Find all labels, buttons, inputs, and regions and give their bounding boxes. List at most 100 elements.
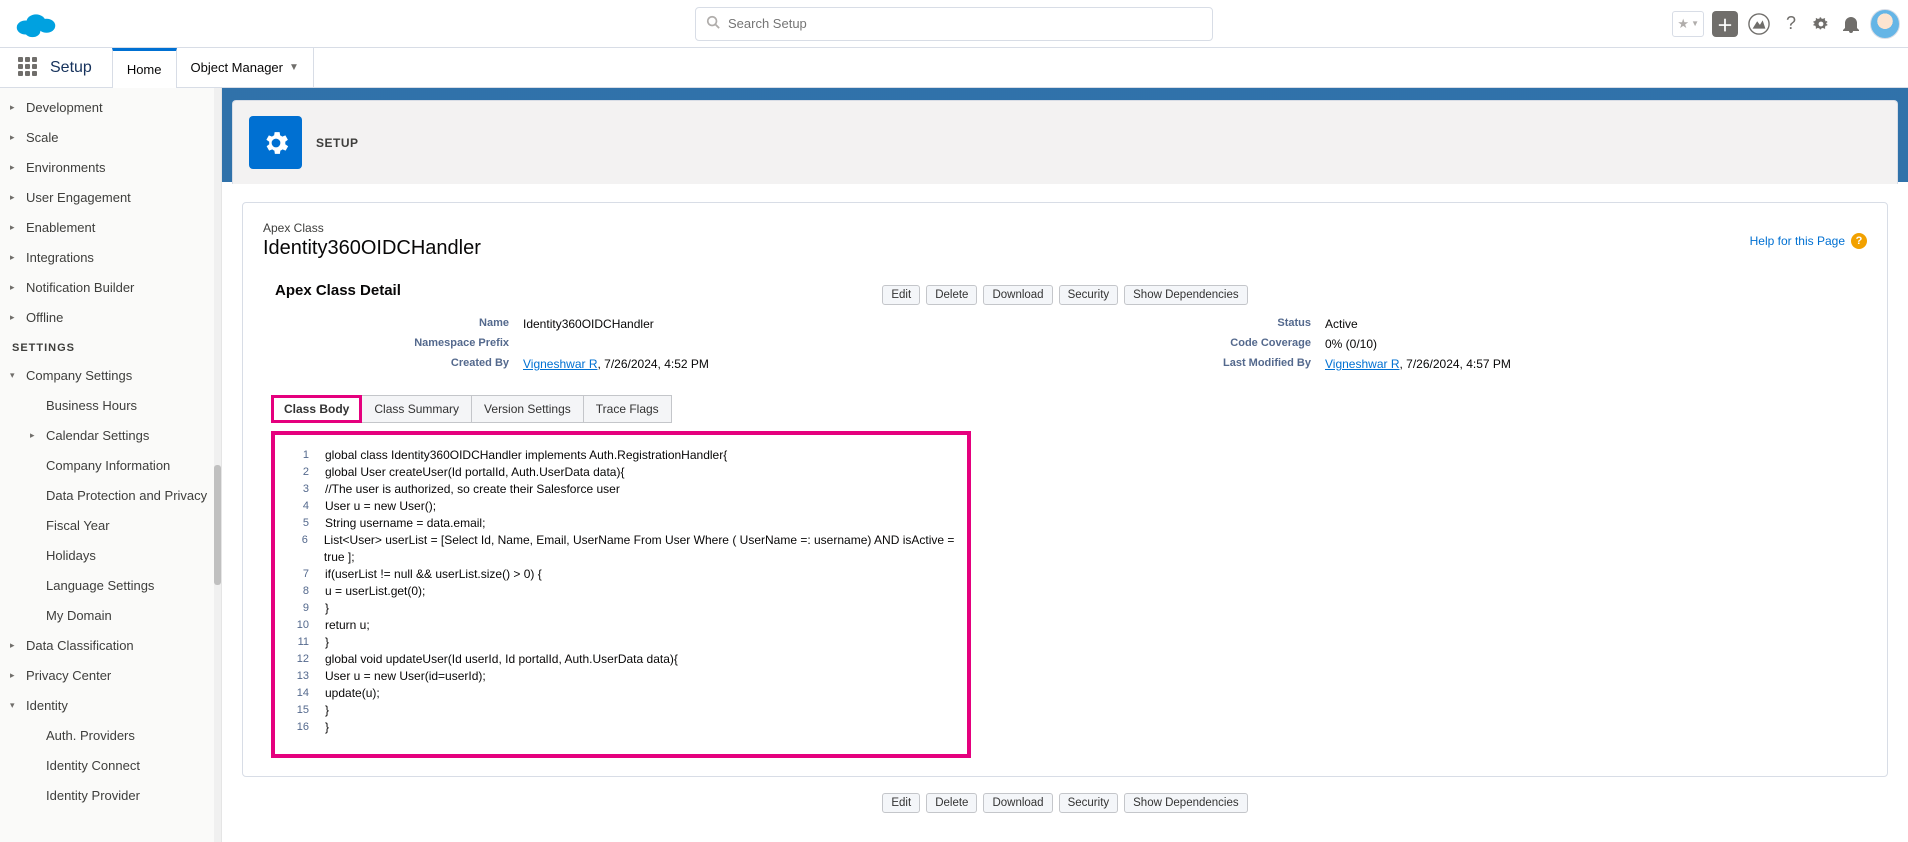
sidebar-item-label: Identity: [26, 698, 68, 713]
sidebar-item-label: Enablement: [26, 220, 95, 235]
sidebar-item-calendar-settings[interactable]: ▸Calendar Settings: [0, 420, 221, 450]
tab-trace-flags[interactable]: Trace Flags: [583, 395, 672, 423]
setup-gear-icon[interactable]: [1810, 13, 1832, 35]
help-icon[interactable]: ?: [1780, 13, 1802, 35]
sidebar-scroll-thumb[interactable]: [214, 465, 221, 585]
field-label-modified-by: Last Modified By: [1065, 357, 1325, 371]
sidebar-item-integrations[interactable]: ▸Integrations: [0, 242, 221, 272]
download-button[interactable]: Download: [983, 285, 1052, 305]
sidebar-item-user-engagement[interactable]: ▸User Engagement: [0, 182, 221, 212]
sidebar-item-label: Identity Connect: [46, 758, 140, 773]
sidebar-item-label: Offline: [26, 310, 63, 325]
code-text: }: [325, 634, 329, 651]
field-value-name: Identity360OIDCHandler: [523, 317, 1065, 331]
sidebar-item-label: Fiscal Year: [46, 518, 110, 533]
sidebar-item-auth-providers[interactable]: Auth. Providers: [0, 720, 221, 750]
page-subtitle: Apex Class: [263, 221, 481, 235]
chevron-right-icon: ▸: [10, 192, 22, 203]
tab-class-body[interactable]: Class Body: [271, 395, 362, 423]
sidebar-item-privacy-center[interactable]: ▸Privacy Center: [0, 660, 221, 690]
security-button[interactable]: Security: [1059, 793, 1119, 813]
code-line: 7if(userList != null && userList.size() …: [285, 566, 957, 583]
code-line: 13User u = new User(id=userId);: [285, 668, 957, 685]
sidebar-item-development[interactable]: ▸Development: [0, 92, 221, 122]
salesforce-logo[interactable]: [12, 8, 60, 40]
banner-eyebrow: SETUP: [316, 136, 359, 150]
sidebar-header-settings: SETTINGS: [0, 332, 221, 360]
code-line: 12global void updateUser(Id userId, Id p…: [285, 651, 957, 668]
favorites-button[interactable]: ★ ▼: [1672, 11, 1704, 37]
search-input[interactable]: [720, 16, 1202, 31]
tab-class-summary[interactable]: Class Summary: [361, 395, 472, 423]
bottom-action-button-row: Edit Delete Download SecurityShow Dependenc…: [222, 793, 1908, 813]
field-value-coverage: 0% (0/10): [1325, 337, 1867, 351]
card-header: Apex Class Identity360OIDCHandler Help f…: [263, 221, 1867, 260]
security-button[interactable]: Security: [1059, 285, 1119, 305]
chevron-down-icon: ▾: [10, 700, 22, 711]
global-add-button[interactable]: ＋: [1712, 11, 1738, 37]
line-number: 12: [285, 651, 309, 668]
chevron-down-icon: ▼: [1691, 19, 1699, 28]
action-button-row: Edit Delete Download SecurityShow Dependenc…: [263, 285, 1867, 305]
sidebar-item-offline[interactable]: ▸ Offline: [0, 302, 221, 332]
user-avatar[interactable]: [1870, 9, 1900, 39]
setup-gear-icon: [249, 116, 302, 169]
code-line: 9}: [285, 600, 957, 617]
delete-button[interactable]: Delete: [926, 285, 977, 305]
sidebar-item-identity-provider[interactable]: Identity Provider: [0, 780, 221, 810]
sidebar-item-language-settings[interactable]: Language Settings: [0, 570, 221, 600]
delete-button[interactable]: Delete: [926, 793, 977, 813]
sidebar-item-label: Data Protection and Privacy: [46, 488, 207, 503]
sidebar-scrollbar[interactable]: [214, 88, 221, 842]
sidebar-item-label: My Domain: [46, 608, 112, 623]
sidebar-item-label: Holidays: [46, 548, 96, 563]
sidebar-item-environments[interactable]: ▸Environments: [0, 152, 221, 182]
line-number: 8: [285, 583, 309, 600]
sidebar-item-notification-builder[interactable]: ▸Notification Builder: [0, 272, 221, 302]
sidebar-item-label: Scale: [26, 130, 59, 145]
sidebar-item-identity-connect[interactable]: Identity Connect: [0, 750, 221, 780]
sidebar-item-holidays[interactable]: Holidays: [0, 540, 221, 570]
global-search[interactable]: [695, 7, 1213, 41]
field-value-namespace: [523, 337, 1065, 351]
nav-tab-object-manager[interactable]: Object Manager ▼: [177, 48, 314, 88]
show-dependencies-button[interactable]: Show Dependencies: [1124, 285, 1248, 305]
sidebar-item-data-protection-and-privacy[interactable]: Data Protection and Privacy: [0, 480, 221, 510]
help-link[interactable]: Help for this Page ?: [1750, 233, 1867, 249]
apex-class-card: Apex Class Identity360OIDCHandler Help f…: [242, 202, 1888, 777]
nav-tab-home[interactable]: Home: [112, 48, 177, 88]
tab-version-settings[interactable]: Version Settings: [471, 395, 584, 423]
global-header: ★ ▼ ＋ ?: [0, 0, 1908, 48]
sidebar-item-my-domain[interactable]: My Domain: [0, 600, 221, 630]
app-launcher-icon[interactable]: [18, 57, 40, 79]
sidebar-item-label: Calendar Settings: [46, 428, 149, 443]
modified-by-user-link[interactable]: Vigneshwar R: [1325, 357, 1399, 371]
nav-tab-home-label: Home: [127, 62, 162, 77]
sidebar-item-business-hours[interactable]: Business Hours: [0, 390, 221, 420]
global-actions: ★ ▼ ＋ ?: [1672, 9, 1900, 39]
chevron-right-icon: ▸: [10, 132, 22, 143]
line-number: 9: [285, 600, 309, 617]
chevron-right-icon: ▸: [10, 312, 22, 323]
sidebar-item-identity[interactable]: ▾ Identity: [0, 690, 221, 720]
line-number: 2: [285, 464, 309, 481]
created-by-user-link[interactable]: Vigneshwar R: [523, 357, 597, 371]
help-icon: ?: [1851, 233, 1867, 249]
sidebar-item-company-settings[interactable]: ▾ Company Settings: [0, 360, 221, 390]
code-text: List<User> userList = [Select Id, Name, …: [324, 532, 957, 566]
code-line: 5String username = data.email;: [285, 515, 957, 532]
main-body: ▸Development ▸ Scale ▸Environments▸User Eng…: [0, 88, 1908, 842]
sidebar-item-scale[interactable]: ▸ Scale: [0, 122, 221, 152]
sidebar-item-fiscal-year[interactable]: Fiscal Year: [0, 510, 221, 540]
download-button[interactable]: Download: [983, 793, 1052, 813]
edit-button[interactable]: Edit: [882, 793, 920, 813]
edit-button[interactable]: Edit: [882, 285, 920, 305]
chevron-right-icon: ▸: [10, 670, 22, 681]
notifications-bell-icon[interactable]: [1840, 13, 1862, 35]
show-dependencies-button[interactable]: Show Dependencies: [1124, 793, 1248, 813]
sidebar-item-enablement[interactable]: ▸Enablement: [0, 212, 221, 242]
line-number: 3: [285, 481, 309, 498]
sidebar-item-company-information[interactable]: Company Information: [0, 450, 221, 480]
sidebar-item-data-classification[interactable]: ▸Data Classification: [0, 630, 221, 660]
trailhead-icon[interactable]: [1746, 11, 1772, 37]
